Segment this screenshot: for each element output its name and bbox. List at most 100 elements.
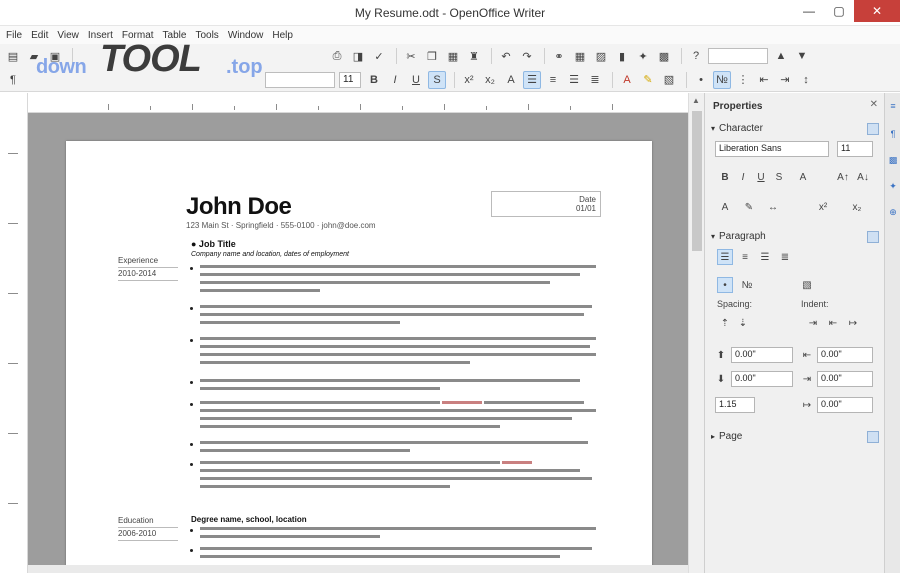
sidebar-superscript-icon[interactable]: x² <box>815 199 831 215</box>
sidebar-highlight-icon[interactable]: ✎ <box>741 199 757 215</box>
new-document-icon[interactable]: ▤ <box>4 47 22 65</box>
help-icon[interactable]: ? <box>687 47 705 65</box>
line-spacing-field[interactable]: 1.15 <box>715 397 755 413</box>
print-icon[interactable]: ⎙ <box>328 47 346 65</box>
sidebar-align-center-icon[interactable]: ≡ <box>737 249 753 265</box>
clone-format-icon[interactable]: ♜ <box>465 47 483 65</box>
pdf-export-icon[interactable]: ◨ <box>349 47 367 65</box>
redo-icon[interactable]: ↷ <box>518 47 536 65</box>
sidebar-grow-font-icon[interactable]: A↑ <box>835 169 851 185</box>
highlight-icon[interactable]: ✎ <box>639 71 657 89</box>
numbering-icon[interactable]: № <box>713 70 731 89</box>
find-next-icon[interactable]: ▼ <box>793 47 811 65</box>
vertical-scrollbar[interactable]: ▲ <box>688 93 704 573</box>
copy-icon[interactable]: ❐ <box>423 47 441 65</box>
deck-styles-icon[interactable]: ¶ <box>887 129 899 143</box>
subscript-icon[interactable]: x₂ <box>481 71 499 89</box>
sidebar-subscript-icon[interactable]: x₂ <box>849 199 865 215</box>
table-icon[interactable]: ▦ <box>571 47 589 65</box>
hyperlink-icon[interactable]: ⚭ <box>550 47 568 65</box>
chart-icon[interactable]: ▮ <box>613 47 631 65</box>
sidebar-italic-icon[interactable]: I <box>735 169 751 185</box>
ruler-tick <box>444 104 445 110</box>
superscript-icon[interactable]: x² <box>460 71 478 89</box>
scroll-thumb[interactable] <box>692 111 702 251</box>
underline-icon[interactable]: U <box>407 71 425 89</box>
more-options-icon[interactable] <box>867 123 879 135</box>
indent-first-field[interactable]: 0.00" <box>817 397 873 413</box>
bullets-icon[interactable]: • <box>692 71 710 89</box>
increase-spacing-icon[interactable]: ⇡ <box>717 315 733 331</box>
find-previous-icon[interactable]: ▲ <box>772 47 790 65</box>
sidebar-close-icon[interactable]: ✕ <box>870 99 878 110</box>
sidebar-background-icon[interactable]: ▧ <box>799 277 815 293</box>
sidebar-section-paragraph[interactable]: ▾ Paragraph <box>711 231 879 245</box>
indent-before-field[interactable]: 0.00" <box>817 347 873 363</box>
minimize-button[interactable]: — <box>794 0 824 22</box>
decrease-indent-icon[interactable]: ⇤ <box>825 315 841 331</box>
deck-navigator-icon[interactable]: ✦ <box>887 181 899 195</box>
decrease-spacing-icon[interactable]: ⇣ <box>735 315 751 331</box>
font-color-icon[interactable]: A <box>618 71 636 89</box>
document-page[interactable]: John Doe 123 Main St · Springfield · 555… <box>66 141 652 573</box>
deck-gallery-icon[interactable]: ▩ <box>887 155 899 169</box>
text-line <box>200 361 470 364</box>
sidebar-section-character[interactable]: ▾ Character <box>711 123 879 137</box>
font-size-box[interactable]: 11 <box>339 71 361 88</box>
image-icon[interactable]: ▨ <box>592 47 610 65</box>
align-center-icon[interactable]: ≡ <box>544 71 562 89</box>
increase-indent-icon[interactable]: ⇥ <box>776 71 794 89</box>
sidebar-shadow-icon[interactable]: A <box>795 169 811 185</box>
find-input[interactable] <box>708 48 768 64</box>
sidebar-numbering-icon[interactable]: № <box>739 277 755 293</box>
outline-icon[interactable]: ⋮ <box>734 71 752 89</box>
deck-properties-icon[interactable]: ≡ <box>887 101 899 115</box>
align-left-icon[interactable]: ☰ <box>523 70 541 89</box>
italic-icon[interactable]: I <box>386 71 404 89</box>
spellcheck-icon[interactable]: ✓ <box>370 47 388 65</box>
text-line <box>200 555 560 558</box>
paste-icon[interactable]: ▦ <box>444 47 462 65</box>
undo-icon[interactable]: ↶ <box>497 47 515 65</box>
strikethrough-icon[interactable]: S <box>428 70 446 89</box>
close-button[interactable]: ✕ <box>854 0 900 22</box>
more-options-icon[interactable] <box>867 431 879 443</box>
spacing-below-field[interactable]: 0.00" <box>731 371 793 387</box>
scroll-up-icon[interactable]: ▲ <box>692 96 700 105</box>
menu-file[interactable]: File <box>6 30 22 41</box>
spacing-above-field[interactable]: 0.00" <box>731 347 793 363</box>
sidebar-justify-icon[interactable]: ≣ <box>777 249 793 265</box>
sidebar-spacing-icon[interactable]: ↔ <box>765 199 781 215</box>
sidebar-section-page[interactable]: ▸ Page <box>711 431 879 445</box>
sidebar-strike-icon[interactable]: S <box>771 169 787 185</box>
background-color-icon[interactable]: ▧ <box>660 71 678 89</box>
styles-icon[interactable]: ¶ <box>4 71 22 89</box>
horizontal-ruler[interactable] <box>28 93 688 113</box>
sidebar-align-right-icon[interactable]: ☰ <box>757 249 773 265</box>
deck-functions-icon[interactable]: ⊕ <box>887 207 899 221</box>
sidebar-font-size[interactable]: 11 <box>837 141 873 157</box>
more-options-icon[interactable] <box>867 231 879 243</box>
sidebar-bullets-icon[interactable]: • <box>717 277 733 293</box>
sidebar-shrink-font-icon[interactable]: A↓ <box>855 169 871 185</box>
increase-indent-icon[interactable]: ⇥ <box>805 315 821 331</box>
decrease-indent-icon[interactable]: ⇤ <box>755 71 773 89</box>
justify-icon[interactable]: ≣ <box>586 71 604 89</box>
bold-icon[interactable]: B <box>365 71 383 89</box>
sidebar-underline-icon[interactable]: U <box>753 169 769 185</box>
sidebar-align-left-icon[interactable]: ☰ <box>717 249 733 265</box>
horizontal-scrollbar[interactable] <box>28 565 688 573</box>
vertical-ruler[interactable] <box>0 93 28 573</box>
navigator-icon[interactable]: ✦ <box>634 47 652 65</box>
sidebar-font-color-icon[interactable]: A <box>717 199 733 215</box>
cut-icon[interactable]: ✂ <box>402 47 420 65</box>
align-right-icon[interactable]: ☰ <box>565 71 583 89</box>
maximize-button[interactable]: ▢ <box>824 0 854 22</box>
sidebar-font-name[interactable]: Liberation Sans <box>715 141 829 157</box>
paragraph-spacing-icon[interactable]: ↕ <box>797 71 815 89</box>
sidebar-bold-icon[interactable]: B <box>717 169 733 185</box>
gallery-icon[interactable]: ▩ <box>655 47 673 65</box>
indent-after-field[interactable]: 0.00" <box>817 371 873 387</box>
shadow-icon[interactable]: A <box>502 71 520 89</box>
hanging-indent-icon[interactable]: ↦ <box>845 315 861 331</box>
